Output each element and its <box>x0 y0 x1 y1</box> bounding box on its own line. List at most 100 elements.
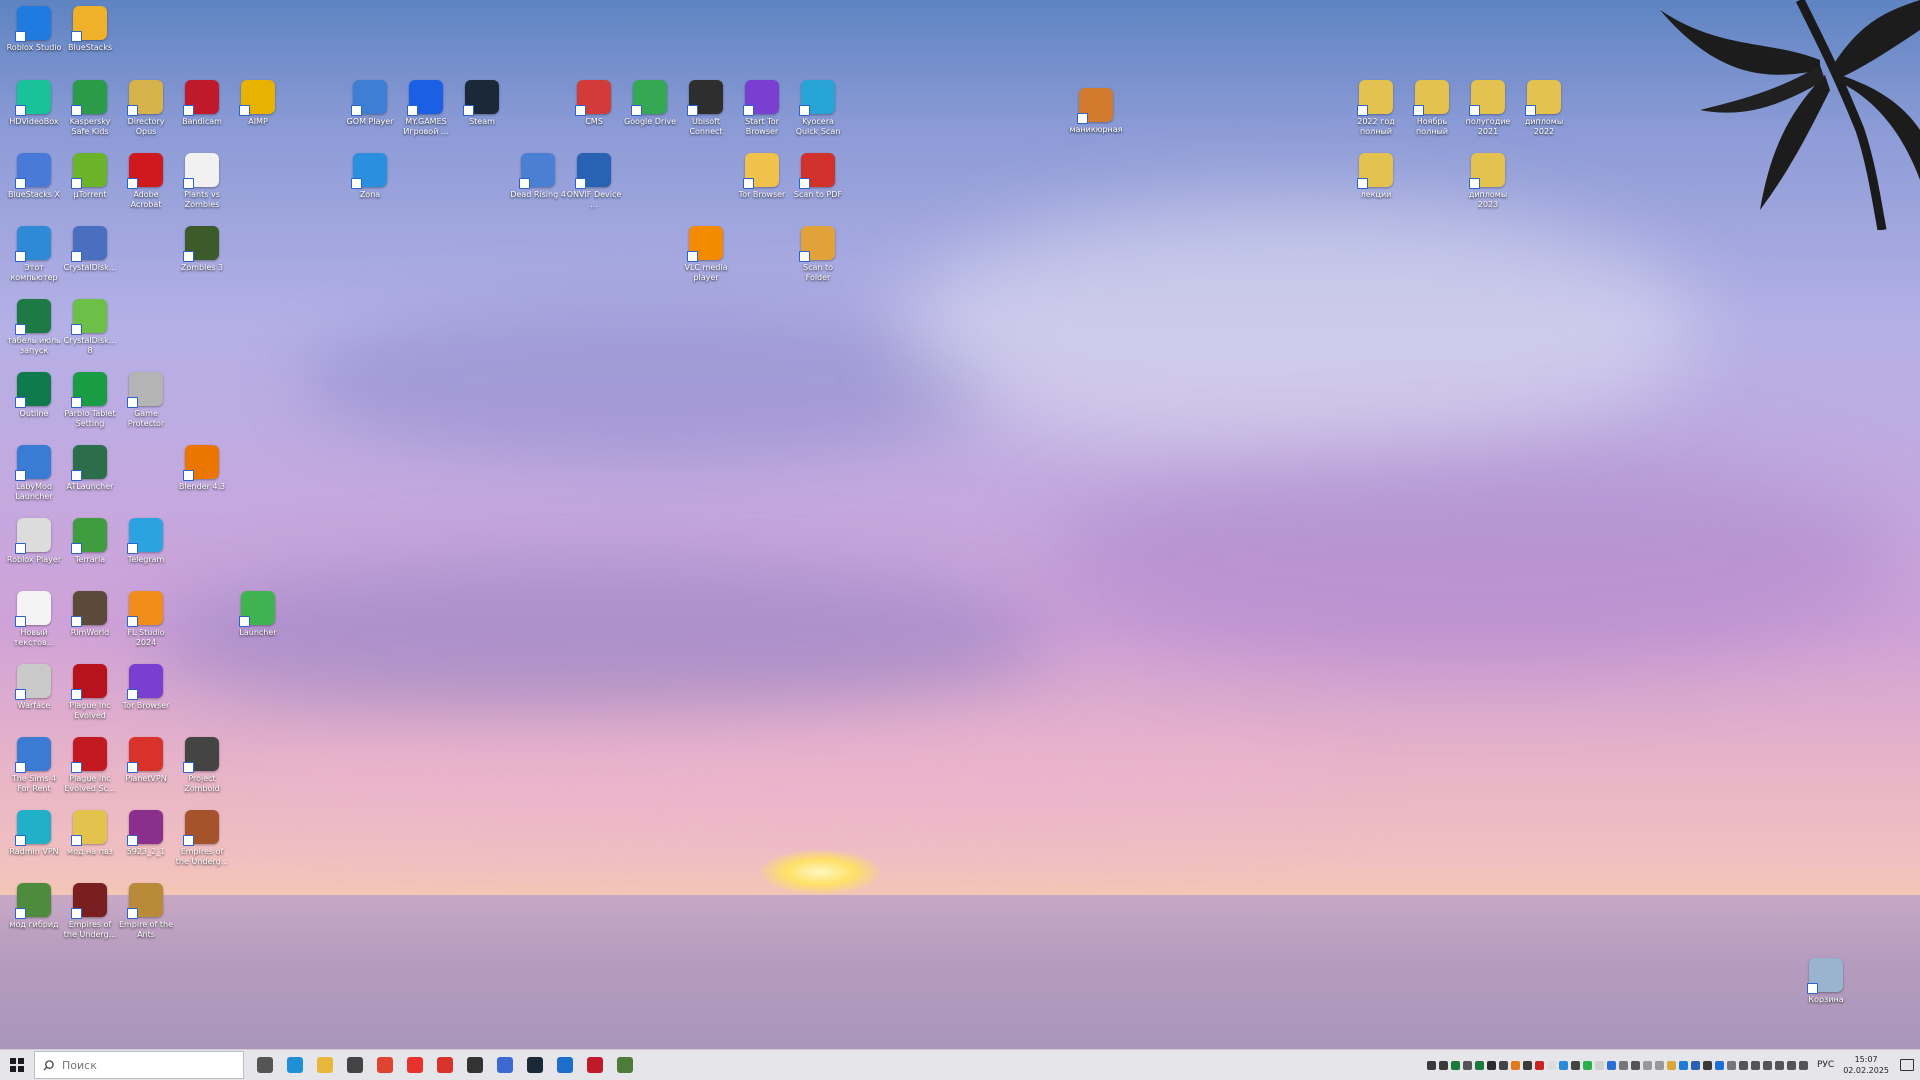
desktop-icon[interactable]: Plants vs Zombies <box>174 153 230 210</box>
desktop-icon[interactable]: лекции <box>1348 153 1404 200</box>
desktop-icon[interactable]: Directory Opus <box>118 80 174 137</box>
tray-icon[interactable] <box>1594 1060 1604 1070</box>
desktop-icon[interactable]: маникюрная <box>1068 88 1124 135</box>
tray-icon[interactable] <box>1438 1060 1448 1070</box>
tray-icon[interactable] <box>1630 1060 1640 1070</box>
taskbar-chrome-button[interactable] <box>370 1050 400 1080</box>
desktop-icon[interactable]: Scan to PDF <box>790 153 846 200</box>
taskbar-file-explorer-button[interactable] <box>310 1050 340 1080</box>
desktop-icon[interactable]: Корзина <box>1798 958 1854 1005</box>
tray-icon[interactable] <box>1558 1060 1568 1070</box>
tray-icon[interactable] <box>1714 1060 1724 1070</box>
tray-icon[interactable] <box>1426 1060 1436 1070</box>
desktop-icon[interactable]: ATLauncher <box>62 445 118 492</box>
desktop-icon[interactable]: Launcher <box>230 591 286 638</box>
taskbar-steam-button[interactable] <box>520 1050 550 1080</box>
tray-icon[interactable] <box>1786 1060 1796 1070</box>
desktop-icon[interactable]: Steam <box>454 80 510 127</box>
tray-icon[interactable] <box>1510 1060 1520 1070</box>
desktop-icon[interactable]: Этот компьютер <box>6 226 62 283</box>
desktop-icon[interactable]: Plague Inc Evolved Sc... <box>62 737 118 794</box>
desktop-icon[interactable]: Google Drive <box>622 80 678 127</box>
tray-icon[interactable] <box>1474 1060 1484 1070</box>
taskbar-osu-button[interactable] <box>460 1050 490 1080</box>
taskbar-minecraft-button[interactable] <box>610 1050 640 1080</box>
desktop-icon[interactable]: MY.GAMES Игровой ... <box>398 80 454 137</box>
tray-icon[interactable] <box>1570 1060 1580 1070</box>
desktop-icon[interactable]: RimWorld <box>62 591 118 638</box>
tray-icon[interactable] <box>1738 1060 1748 1070</box>
desktop-icon[interactable]: Warface <box>6 664 62 711</box>
tray-icon[interactable] <box>1498 1060 1508 1070</box>
tray-icon[interactable] <box>1462 1060 1472 1070</box>
tray-icon[interactable] <box>1690 1060 1700 1070</box>
language-indicator[interactable]: РУС <box>1817 1060 1834 1070</box>
desktop-icon[interactable]: ONVIF Device ... <box>566 153 622 210</box>
tray-icon[interactable] <box>1762 1060 1772 1070</box>
taskbar-dell-button[interactable] <box>340 1050 370 1080</box>
tray-icon[interactable] <box>1606 1060 1616 1070</box>
desktop-icon[interactable]: Project Zomboid <box>174 737 230 794</box>
desktop-icon[interactable]: Plague Inc Evolved <box>62 664 118 721</box>
desktop-icon[interactable]: Blender 4.3 <box>174 445 230 492</box>
desktop-icon[interactable]: Parblo Tablet Setting <box>62 372 118 429</box>
start-button[interactable] <box>0 1050 34 1080</box>
desktop-icon[interactable]: Empire of the Ants <box>118 883 174 940</box>
taskbar-bandicam-button[interactable] <box>580 1050 610 1080</box>
desktop-icon[interactable]: Kaspersky Safe Kids <box>62 80 118 137</box>
tray-icon[interactable] <box>1678 1060 1688 1070</box>
desktop-icon[interactable]: GOM Player <box>342 80 398 127</box>
tray-icon[interactable] <box>1702 1060 1712 1070</box>
desktop-icon[interactable]: Telegram <box>118 518 174 565</box>
desktop-icon[interactable]: Adobe Acrobat <box>118 153 174 210</box>
desktop-icon[interactable]: Roblox Studio <box>6 6 62 53</box>
tray-icon[interactable] <box>1486 1060 1496 1070</box>
desktop-icon[interactable]: Dead Rising 4 <box>510 153 566 200</box>
desktop-icon[interactable]: дипломы 2022 <box>1516 80 1572 137</box>
tray-icon[interactable] <box>1618 1060 1628 1070</box>
desktop-icon[interactable]: The Sims 4 For Rent <box>6 737 62 794</box>
desktop-icon[interactable]: Radmin VPN <box>6 810 62 857</box>
desktop-icon[interactable]: табель июль запуск <box>6 299 62 356</box>
desktop-icon[interactable]: PlanetVPN <box>118 737 174 784</box>
tray-icon[interactable] <box>1642 1060 1652 1070</box>
tray-icon[interactable] <box>1654 1060 1664 1070</box>
desktop-icon[interactable]: Bandicam <box>174 80 230 127</box>
taskbar-yandex-button[interactable] <box>400 1050 430 1080</box>
desktop-icon[interactable]: CrystalDisk... <box>62 226 118 273</box>
notifications-icon[interactable] <box>1900 1059 1914 1071</box>
desktop-icon[interactable]: Ноябрь полный <box>1404 80 1460 137</box>
clock[interactable]: 15:07 02.02.2025 <box>1843 1054 1889 1076</box>
desktop-icon[interactable]: 2022 год полный <box>1348 80 1404 137</box>
desktop-icon[interactable]: BlueStacks <box>62 6 118 53</box>
tray-icon[interactable] <box>1582 1060 1592 1070</box>
desktop-icon[interactable]: FL Studio 2024 <box>118 591 174 648</box>
tray-icon[interactable] <box>1726 1060 1736 1070</box>
desktop-icon[interactable]: Zona <box>342 153 398 200</box>
desktop-icon[interactable]: Game Protector <box>118 372 174 429</box>
desktop-icon[interactable]: VLC media player <box>678 226 734 283</box>
taskbar-roblox-red-button[interactable] <box>430 1050 460 1080</box>
search-input[interactable] <box>60 1057 224 1073</box>
desktop-icon[interactable]: мод на пвз <box>62 810 118 857</box>
desktop-icon[interactable]: Terraria <box>62 518 118 565</box>
desktop-icon[interactable]: Новый текстов... <box>6 591 62 648</box>
tray-icon[interactable] <box>1750 1060 1760 1070</box>
desktop-icon[interactable]: Empires of the Underg... <box>174 810 230 867</box>
desktop-icon[interactable]: дипломы 2023 <box>1460 153 1516 210</box>
tray-icon[interactable] <box>1450 1060 1460 1070</box>
taskbar-search[interactable] <box>34 1051 244 1079</box>
desktop-icon[interactable]: Zombies 3 <box>174 226 230 273</box>
desktop-icon[interactable]: CrystalDisk... 8 <box>62 299 118 356</box>
tray-icon[interactable] <box>1522 1060 1532 1070</box>
tray-icon[interactable] <box>1546 1060 1556 1070</box>
desktop-icon[interactable]: 5923_2_1 <box>118 810 174 857</box>
taskbar-task-view-button[interactable] <box>250 1050 280 1080</box>
desktop-icon[interactable]: полугодие 2021 <box>1460 80 1516 137</box>
desktop-icon[interactable]: Start Tor Browser <box>734 80 790 137</box>
desktop-icon[interactable]: CMS <box>566 80 622 127</box>
taskbar-edge-button[interactable] <box>280 1050 310 1080</box>
tray-icon[interactable] <box>1534 1060 1544 1070</box>
desktop-icon[interactable]: Tor Browser <box>118 664 174 711</box>
desktop-icon[interactable]: HDVideoBox <box>6 80 62 127</box>
